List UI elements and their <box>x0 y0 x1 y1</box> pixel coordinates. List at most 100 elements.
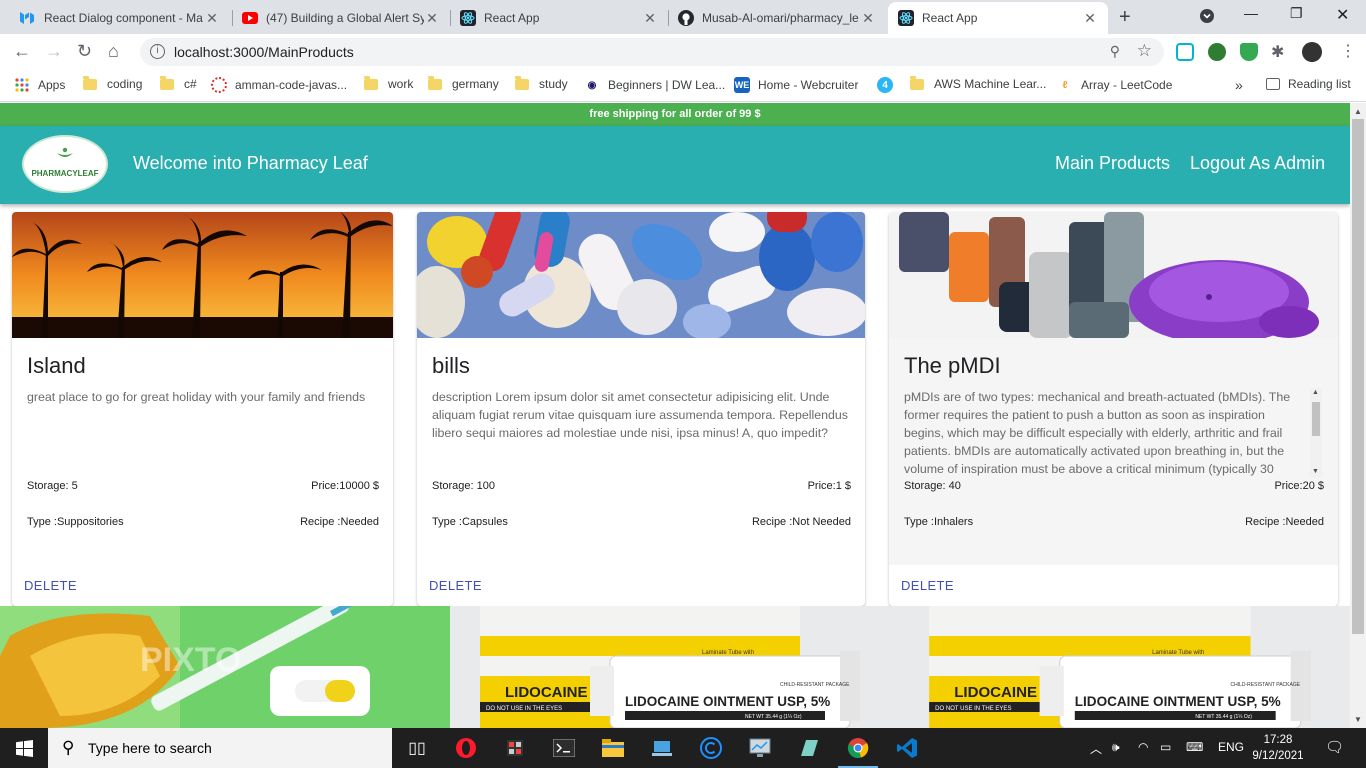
browser-tab[interactable]: React Dialog component - Ma ✕ <box>10 2 230 34</box>
browser-tab[interactable]: React App ✕ <box>450 2 668 34</box>
page-scrollbar[interactable]: ▲ ▼ <box>1350 103 1366 728</box>
clock-time: 17:28 <box>1263 734 1293 746</box>
copyright-app-icon[interactable] <box>699 736 723 760</box>
bookmark-folder[interactable]: AWS Machine Lear... <box>910 75 1046 91</box>
scroll-down-icon[interactable]: ▼ <box>1354 715 1362 724</box>
back-arrow-icon[interactable]: ← <box>13 41 31 62</box>
product-recipe: Recipe :Needed <box>1245 516 1324 528</box>
tab-search-icon[interactable] <box>1199 8 1215 27</box>
bookmark-folder[interactable]: coding <box>83 75 142 91</box>
bookmark-link[interactable]: ◉ Beginners | DW Lea... <box>584 77 726 93</box>
keyboard-icon[interactable]: ⌨ <box>1186 740 1203 754</box>
product-price: Price:10000 $ <box>311 480 379 492</box>
terminal-icon[interactable] <box>552 736 576 760</box>
shield-extension-icon[interactable] <box>1240 43 1258 61</box>
puzzle-extensions-icon[interactable]: ✱ <box>1271 42 1284 62</box>
product-storage: Storage: 40 <box>904 480 961 492</box>
opera-icon[interactable] <box>454 736 478 760</box>
close-tab-icon[interactable]: ✕ <box>1082 10 1098 27</box>
wifi-icon[interactable]: ◠ <box>1138 740 1148 754</box>
bookmark-label: work <box>388 77 414 91</box>
nav-main-products[interactable]: Main Products <box>1055 153 1170 174</box>
extension-icon[interactable] <box>1176 43 1194 61</box>
delete-button[interactable]: DELETE <box>901 578 954 593</box>
product-stock-row: Storage: 5 Price:10000 $ <box>27 480 379 492</box>
delete-button[interactable]: DELETE <box>24 578 77 593</box>
product-recipe: Recipe :Needed <box>300 516 379 528</box>
scroll-down-icon[interactable]: ▼ <box>1312 468 1319 475</box>
taskbar-search-box[interactable]: ⚲ Type here to search <box>48 728 392 768</box>
scroll-up-icon[interactable]: ▲ <box>1312 389 1319 396</box>
file-explorer-icon[interactable] <box>601 736 625 760</box>
system-clock[interactable]: 17:28 9/12/2021 <box>1248 732 1308 764</box>
browser-tab-active[interactable]: React App ✕ <box>888 2 1108 34</box>
home-icon[interactable]: ⌂ <box>108 41 119 62</box>
page-viewport: free shipping for all order of 99 $ PHAR… <box>0 103 1350 728</box>
scroll-up-icon[interactable]: ▲ <box>1354 107 1362 116</box>
amman-code-icon <box>211 77 227 93</box>
notes-app-icon[interactable] <box>797 736 821 760</box>
app-icon[interactable] <box>503 736 527 760</box>
tube-side-text: NET WT 35.44 g (1¼ Oz) <box>1195 714 1252 720</box>
youtube-favicon-icon <box>242 10 258 26</box>
bookmark-folder[interactable]: c# <box>160 75 197 91</box>
reading-list-button[interactable]: Reading list <box>1266 77 1351 91</box>
task-view-icon[interactable]: ▯▯ <box>405 736 429 760</box>
product-description[interactable]: pMDIs are of two types: mechanical and b… <box>904 388 1306 478</box>
close-tab-icon[interactable]: ✕ <box>204 10 220 27</box>
box-subtext: DO NOT USE IN THE EYES <box>935 706 1011 712</box>
site-logo[interactable]: PHARMACYLEAF <box>22 135 108 193</box>
bookmark-link[interactable]: WE Home - Webcruiter <box>734 77 858 93</box>
description-scrollbar[interactable]: ▲ ▼ <box>1310 388 1322 478</box>
site-info-icon[interactable]: i <box>150 44 165 59</box>
bookmark-folder[interactable]: work <box>364 75 414 91</box>
product-type-row: Type :Capsules Recipe :Not Needed <box>432 516 851 528</box>
chrome-menu-icon[interactable]: ⋮ <box>1340 41 1356 61</box>
browser-tab[interactable]: Musab-Al-omari/pharmacy_le ✕ <box>668 2 886 34</box>
minimize-icon[interactable]: — <box>1244 5 1258 21</box>
bookmark-link[interactable]: ℓ Array - LeetCode <box>1057 77 1173 93</box>
notifications-icon[interactable]: 🗨 <box>1325 738 1344 756</box>
browser-tab[interactable]: (47) Building a Global Alert Sy ✕ <box>232 2 450 34</box>
bookmark-link[interactable]: 4 <box>877 77 901 93</box>
battery-icon[interactable]: ▭ <box>1160 740 1171 754</box>
delete-button[interactable]: DELETE <box>429 578 482 593</box>
windows-start-icon[interactable] <box>12 736 36 760</box>
new-tab-button[interactable]: + <box>1119 6 1131 29</box>
nav-logout[interactable]: Logout As Admin <box>1190 153 1325 174</box>
close-tab-icon[interactable]: ✕ <box>642 10 658 27</box>
page-scroll-thumb[interactable] <box>1352 119 1364 634</box>
tab-title: React Dialog component - Ma <box>44 11 203 25</box>
product-type-row: Type :Inhalers Recipe :Needed <box>904 516 1324 528</box>
monitor-app-icon[interactable] <box>748 736 772 760</box>
close-tab-icon[interactable]: ✕ <box>424 10 440 27</box>
tray-chevron-icon[interactable]: ︿ <box>1090 740 1102 757</box>
clock-date: 9/12/2021 <box>1252 750 1304 762</box>
tube-product-text: LIDOCAINE OINTMENT USP, 5% <box>1075 694 1281 709</box>
close-tab-icon[interactable]: ✕ <box>860 10 876 27</box>
bookmark-folder[interactable]: germany <box>428 75 499 91</box>
profile-avatar[interactable] <box>1302 42 1322 62</box>
vscode-icon[interactable] <box>895 736 919 760</box>
reload-icon[interactable]: ↻ <box>77 41 92 62</box>
browser-toolbar: ← → ↻ ⌂ i localhost:3000/MainProducts ⚲ … <box>0 34 1366 70</box>
zoom-icon[interactable]: ⚲ <box>1110 43 1120 60</box>
more-bookmarks-button[interactable]: » <box>1235 77 1243 93</box>
bookmark-apps[interactable]: Apps <box>14 77 65 93</box>
language-indicator[interactable]: ENG <box>1218 740 1244 754</box>
network-app-icon[interactable] <box>650 736 674 760</box>
chrome-icon[interactable] <box>838 736 878 768</box>
bookmark-star-icon[interactable]: ☆ <box>1137 41 1152 61</box>
bookmark-folder[interactable]: study <box>515 75 568 91</box>
forward-arrow-icon[interactable]: → <box>45 41 63 62</box>
close-window-icon[interactable]: ✕ <box>1336 5 1349 25</box>
volume-icon[interactable]: 🕪 <box>1112 740 1120 755</box>
maximize-icon[interactable]: ❐ <box>1290 5 1303 22</box>
globe-extension-icon[interactable] <box>1208 43 1226 61</box>
scroll-thumb[interactable] <box>1312 402 1320 436</box>
tube-product-text: LIDOCAINE OINTMENT USP, 5% <box>625 694 830 709</box>
product-type: Type :Inhalers <box>904 516 974 528</box>
url-text[interactable]: localhost:3000/MainProducts <box>174 44 354 60</box>
bookmark-link[interactable]: amman-code-javas... <box>211 77 347 93</box>
address-bar[interactable]: i localhost:3000/MainProducts ⚲ ☆ <box>140 38 1164 66</box>
